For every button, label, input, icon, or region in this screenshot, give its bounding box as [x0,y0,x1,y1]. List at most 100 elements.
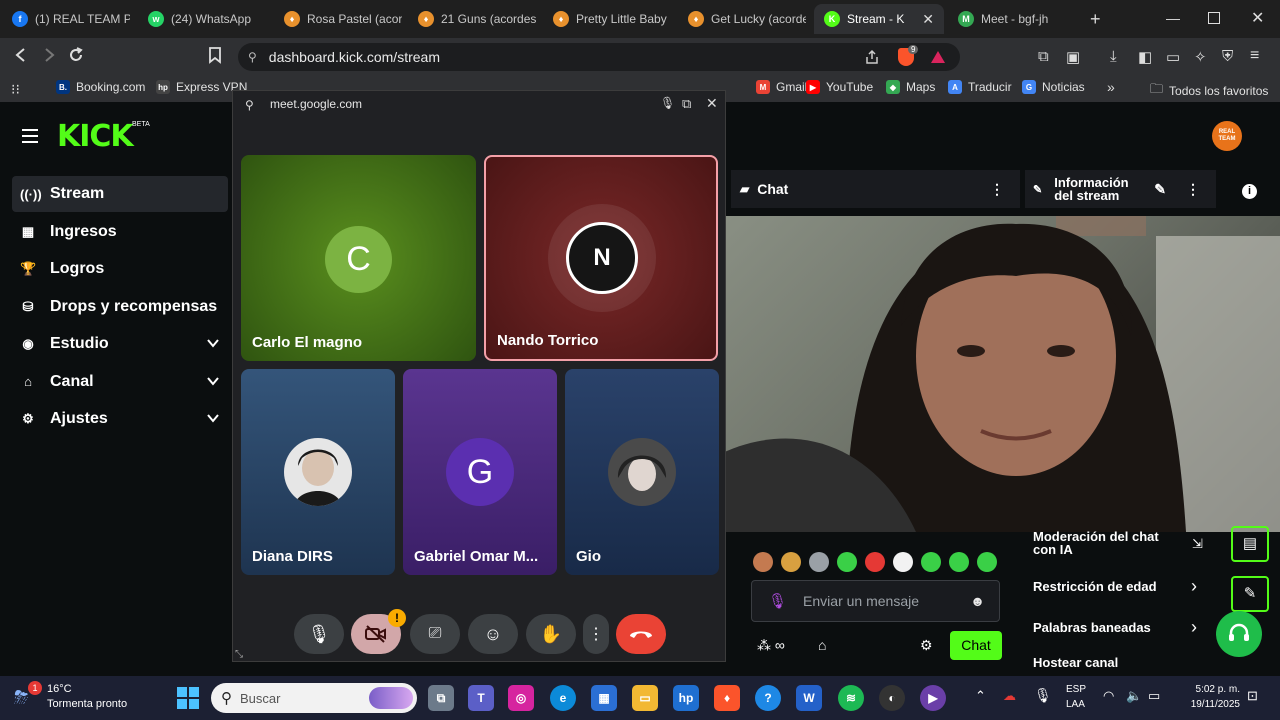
bookmark-item[interactable]: G Noticias [1022,80,1085,94]
browser-tab[interactable]: ♦ 21 Guns (acordes [408,4,536,34]
browser-tab[interactable]: ♦ Rosa Pastel (acord [274,4,402,34]
lang-bottom[interactable]: LAA [1066,699,1085,710]
info-icon[interactable]: i [1242,184,1257,199]
kick-logo[interactable]: KICK [57,119,134,154]
task-view-icon[interactable]: ⧉ [428,685,454,711]
participant-tile[interactable]: Diana DIRS [241,369,395,575]
tray-app-icon[interactable]: ☁ [1003,688,1016,704]
tray-mic-icon[interactable]: 🎙 [1034,687,1052,704]
sidebar-toggle-icon[interactable]: ◧ [1138,48,1152,66]
media-icon[interactable]: ▣ [1066,48,1080,66]
minimize-button[interactable]: — [1166,10,1180,26]
moderation-option[interactable]: Moderación del chat con IA [1033,530,1183,556]
store-icon[interactable]: ▦ [591,685,617,711]
weather-desc[interactable]: Tormenta pronto [47,698,127,710]
forward-icon[interactable] [40,46,58,64]
emote-icon[interactable] [837,552,857,572]
more-options-button[interactable]: ⋮ [583,614,609,654]
hamburger-icon[interactable] [21,128,39,144]
browser-tab[interactable]: M Meet - bgf-jh [948,4,1076,34]
moderation-option[interactable]: Restricción de edad [1033,580,1203,593]
reload-icon[interactable] [67,46,85,64]
bookmark-item[interactable]: ▶ YouTube [806,80,873,94]
participant-tile[interactable]: G Gabriel Omar M... [403,369,557,575]
download-icon[interactable]: ⤓ [1110,48,1117,65]
moderation-option[interactable]: Hostear canal [1033,656,1203,669]
help-icon[interactable]: ? [755,685,781,711]
nav-item[interactable]: ⚙ Ajustes [12,401,228,437]
user-avatar[interactable]: REAL TEAM [1212,121,1242,151]
close-tab-icon[interactable]: ✕ [922,11,934,28]
obs-icon[interactable]: ◐ [879,685,905,711]
edit-icon[interactable]: ✎ [1154,181,1166,198]
extensions-icon[interactable]: ⧉ [1038,48,1049,65]
back-icon[interactable] [12,46,30,64]
back-to-tab-icon[interactable]: ⧉ [682,96,691,112]
site-info-icon[interactable]: ⚲ [248,50,257,64]
weather-storm-icon[interactable]: ⛈ [14,687,28,708]
banned-words-chevron[interactable]: › [1191,617,1197,638]
spotify-icon[interactable]: ≋ [838,685,864,711]
tools-icon[interactable]: ✎ [1231,576,1269,612]
word-icon[interactable]: W [796,685,822,711]
leave-call-button[interactable] [616,614,666,654]
points-icon[interactable]: ⁂ ∞ [757,637,785,654]
close-window-button[interactable]: ✕ [1251,8,1264,28]
menu-icon[interactable]: ≡ [1250,47,1259,65]
nav-item[interactable]: 🏆 Logros [12,251,228,287]
raise-hand-button[interactable]: ✋ [526,614,576,654]
bookmark-item[interactable]: M Gmail [756,80,807,94]
participant-tile[interactable]: Gio [565,369,719,575]
pip-mic-icon[interactable]: 🎙 [660,96,675,110]
more-bookmarks-button[interactable]: » [1107,79,1115,95]
battery-icon[interactable]: ▭ [1148,688,1160,704]
nav-item[interactable]: ⛁ Drops y recompensas [12,289,228,325]
age-restriction-chevron[interactable]: › [1191,576,1197,597]
reactions-button[interactable]: ☺ [468,614,518,654]
brave-icon[interactable]: ♦ [714,685,740,711]
apps-grid-icon[interactable]: ⁝⁝ [11,81,20,98]
new-tab-button[interactable]: + [1090,9,1101,30]
emote-icon[interactable] [753,552,773,572]
moderation-option[interactable]: Palabras baneadas [1033,621,1203,634]
brave-rewards-icon[interactable] [930,49,946,65]
browser-tab[interactable]: ♦ Get Lucky (acorde [678,4,806,34]
wallet-icon[interactable]: ▭ [1166,48,1180,66]
windows-start-icon[interactable] [176,686,200,710]
instagram-icon[interactable]: ◎ [508,685,534,711]
bookmark-item[interactable]: B. Booking.com [56,80,145,94]
wifi-icon[interactable]: ◠ [1103,688,1114,704]
browser-tab[interactable]: f (1) REAL TEAM PR [2,4,130,34]
emote-icon[interactable] [809,552,829,572]
chevron-down-icon[interactable] [206,411,220,425]
clock-time[interactable]: 5:02 p. m. [1186,684,1240,695]
nav-item[interactable]: ⌂ Canal [12,364,228,400]
lang-top[interactable]: ESP [1066,684,1086,695]
tray-overflow-icon[interactable]: ⌃ [975,688,986,704]
store-icon[interactable]: ⌂ [818,637,826,653]
all-favorites-folder[interactable]: 🗀 Todos los favoritos [1150,80,1268,102]
stream-info-options-icon[interactable]: ⋮ [1186,181,1200,198]
nav-item[interactable]: ▦ Ingresos [12,214,228,250]
weather-temp[interactable]: 16°C [47,683,72,695]
chat-options-icon[interactable]: ⋮ [990,181,1004,198]
browser-tab[interactable]: K Stream - K ✕ [814,4,944,34]
notifications-icon[interactable]: ⊡ [1247,688,1258,704]
bookmark-item[interactable]: ◆ Maps [886,80,935,94]
emote-icon[interactable] [893,552,913,572]
taskbar-search[interactable]: ⚲ Buscar [211,683,417,713]
share-icon[interactable] [864,49,880,65]
volume-icon[interactable]: 🔈 [1126,688,1142,704]
file-explorer-icon[interactable]: ▭ [632,685,658,711]
clock-date[interactable]: 19/11/2025 [1180,699,1240,710]
support-headset-icon[interactable] [1216,611,1262,657]
browser-tab[interactable]: w (24) WhatsApp [138,4,266,34]
nav-item[interactable]: ◉ Estudio [12,326,228,362]
participant-tile-speaking[interactable]: N Nando Torrico [484,155,718,361]
participant-tile[interactable]: C Carlo El magno [241,155,476,361]
emote-icon[interactable] [949,552,969,572]
emote-icon[interactable] [977,552,997,572]
chevron-down-icon[interactable] [206,374,220,388]
mic-button[interactable]: 🎙 [294,614,344,654]
present-button[interactable]: ⎚ [410,614,460,654]
